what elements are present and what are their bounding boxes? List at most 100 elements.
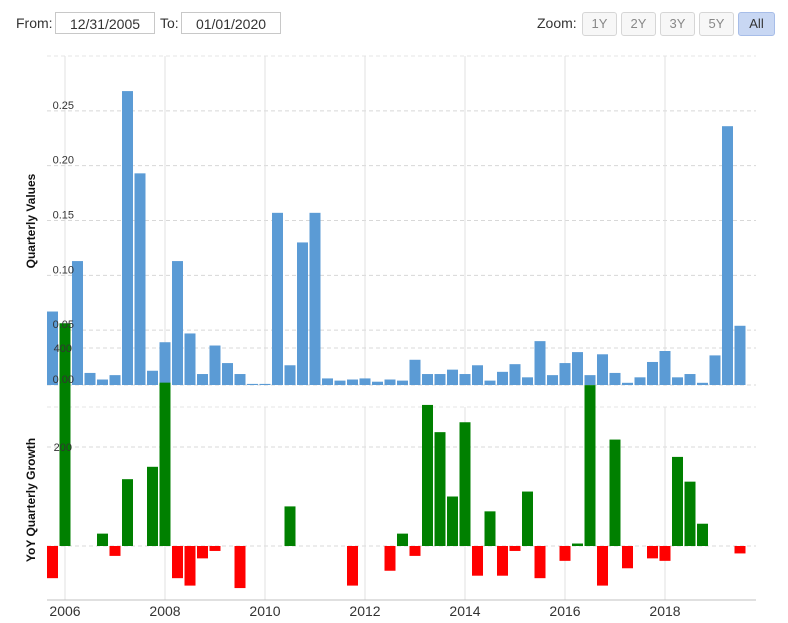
values-bar[interactable] [697, 382, 708, 385]
growth-bar[interactable] [122, 479, 133, 546]
values-bar[interactable] [97, 379, 108, 385]
values-bar[interactable] [422, 374, 433, 385]
values-bar[interactable] [184, 333, 196, 385]
values-bar[interactable] [447, 369, 458, 385]
values-bar[interactable] [434, 374, 446, 385]
growth-bar[interactable] [472, 546, 483, 576]
values-bar[interactable] [309, 212, 321, 385]
values-bar[interactable] [734, 325, 746, 385]
values-bar[interactable] [259, 383, 271, 385]
values-bar[interactable] [472, 365, 483, 385]
growth-bar[interactable] [509, 546, 521, 551]
growth-bar[interactable] [734, 546, 746, 554]
values-bar[interactable] [359, 378, 371, 385]
growth-axis-title: YoY Quarterly Growth [24, 438, 38, 562]
values-bar[interactable] [147, 370, 158, 385]
values-y-tick-label: 0.05 [53, 319, 74, 331]
values-bar[interactable] [272, 212, 283, 385]
values-y-tick-label: 0.10 [53, 264, 74, 276]
values-bar[interactable] [322, 378, 333, 385]
growth-bar[interactable] [109, 546, 121, 556]
growth-bar[interactable] [422, 404, 433, 546]
values-bar[interactable] [709, 355, 721, 385]
values-bar[interactable] [384, 379, 396, 385]
values-bar[interactable] [534, 341, 546, 385]
values-bar[interactable] [222, 363, 233, 385]
growth-bar[interactable] [284, 506, 296, 546]
values-bar[interactable] [84, 372, 96, 385]
growth-bar[interactable] [584, 385, 596, 546]
values-bar[interactable] [122, 91, 133, 386]
growth-bar[interactable] [234, 546, 246, 589]
growth-bar[interactable] [447, 496, 458, 547]
values-bar[interactable] [484, 380, 496, 385]
values-bar[interactable] [247, 383, 258, 385]
values-bar[interactable] [372, 381, 383, 385]
growth-bar[interactable] [672, 456, 683, 546]
values-bar[interactable] [522, 377, 533, 385]
growth-bar[interactable] [159, 382, 171, 546]
values-bar[interactable] [397, 380, 408, 385]
values-bar[interactable] [234, 374, 246, 385]
growth-bar[interactable] [597, 546, 608, 586]
growth-bar[interactable] [522, 491, 533, 546]
growth-bar[interactable] [622, 546, 633, 569]
growth-bar[interactable] [647, 546, 658, 559]
growth-bar[interactable] [172, 546, 183, 579]
growth-bar[interactable] [59, 323, 71, 546]
values-bar[interactable] [459, 374, 471, 385]
values-bar[interactable] [297, 242, 308, 385]
values-bar[interactable] [722, 126, 733, 385]
growth-bar[interactable] [497, 546, 508, 576]
growth-bar[interactable] [434, 432, 446, 546]
values-bar[interactable] [609, 372, 621, 385]
growth-bar[interactable] [97, 533, 108, 546]
values-bar[interactable] [659, 351, 671, 385]
growth-bar[interactable] [147, 466, 158, 546]
values-bar[interactable] [684, 374, 696, 385]
values-bar[interactable] [109, 375, 121, 385]
values-bar[interactable] [622, 382, 633, 385]
x-tick-label: 2006 [49, 603, 80, 619]
growth-bar[interactable] [184, 546, 196, 586]
values-bar[interactable] [134, 173, 146, 385]
values-bar[interactable] [547, 375, 558, 385]
x-tick-label: 2012 [349, 603, 380, 619]
growth-bar[interactable] [47, 546, 58, 579]
values-bar[interactable] [597, 354, 608, 385]
values-bar[interactable] [334, 380, 346, 385]
growth-bar[interactable] [572, 543, 583, 546]
values-bar[interactable] [209, 345, 221, 385]
growth-bar[interactable] [347, 546, 358, 586]
growth-bar[interactable] [384, 546, 396, 571]
growth-bar[interactable] [209, 546, 221, 551]
growth-bar[interactable] [409, 546, 421, 556]
values-bar[interactable] [647, 361, 658, 385]
values-bar[interactable] [497, 371, 508, 385]
values-bar[interactable] [197, 374, 208, 385]
growth-bar[interactable] [559, 546, 571, 561]
growth-bar[interactable] [484, 511, 496, 546]
growth-bar[interactable] [534, 546, 546, 579]
values-bar[interactable] [172, 261, 183, 385]
values-bar[interactable] [509, 364, 521, 385]
values-bar[interactable] [672, 377, 683, 385]
growth-bar[interactable] [684, 481, 696, 546]
values-bar[interactable] [159, 342, 171, 385]
growth-bar[interactable] [397, 533, 408, 546]
values-bars [47, 91, 746, 386]
values-bar[interactable] [409, 359, 421, 385]
growth-bar[interactable] [697, 523, 708, 546]
values-bar[interactable] [572, 352, 583, 385]
growth-bar[interactable] [459, 422, 471, 546]
quarterly-chart: 0.000.050.100.150.200.25 -200200400 2006… [24, 55, 756, 619]
values-bar[interactable] [284, 365, 296, 385]
values-bar[interactable] [584, 375, 596, 385]
values-bar[interactable] [347, 379, 358, 385]
x-tick-label: 2016 [549, 603, 580, 619]
values-bar[interactable] [634, 377, 646, 385]
growth-bar[interactable] [659, 546, 671, 561]
growth-bar[interactable] [197, 546, 208, 559]
values-bar[interactable] [559, 363, 571, 385]
growth-bar[interactable] [609, 439, 621, 546]
